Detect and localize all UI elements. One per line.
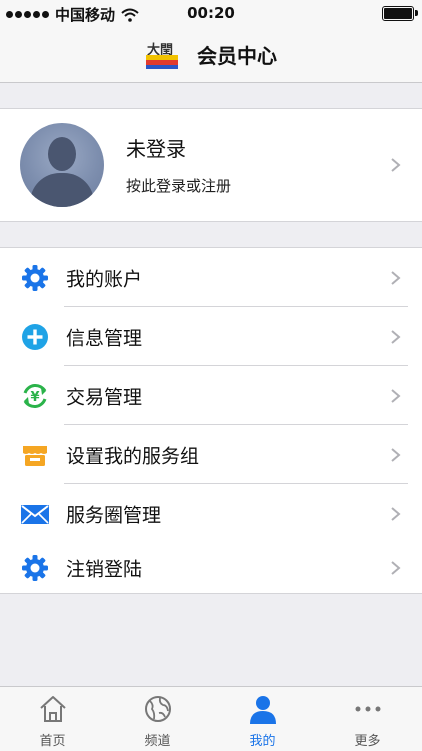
brand-logo: 大閏 <box>145 39 179 69</box>
gear-icon <box>20 263 50 293</box>
status-bar: 中国移动 00:20 <box>0 0 422 26</box>
chevron-right-icon <box>388 270 402 285</box>
tab-channel[interactable]: 频道 <box>105 687 210 751</box>
tab-label: 更多 <box>354 734 381 749</box>
tab-label: 首页 <box>39 734 66 749</box>
plus-circle-icon <box>20 322 50 352</box>
menu-item-service-circle[interactable]: 服务圈管理 <box>0 484 422 543</box>
menu-item-logout[interactable]: 注销登陆 <box>0 543 422 593</box>
menu-item-label: 我的账户 <box>66 268 143 290</box>
battery-icon <box>382 6 418 21</box>
person-icon <box>247 693 279 725</box>
menu-item-trade-management[interactable]: ¥ 交易管理 <box>0 366 422 425</box>
nav-bar: 大閏 会员中心 <box>0 26 422 83</box>
menu-item-label: 注销登陆 <box>66 558 143 581</box>
page-title: 会员中心 <box>197 43 277 68</box>
tab-label: 我的 <box>249 734 276 749</box>
menu-item-label: 设置我的服务组 <box>66 445 200 467</box>
more-icon <box>352 693 384 725</box>
avatar <box>20 123 104 207</box>
chevron-right-icon <box>388 447 402 462</box>
menu-item-service-group[interactable]: 设置我的服务组 <box>0 425 422 484</box>
svg-text:¥: ¥ <box>30 390 39 405</box>
tab-more[interactable]: 更多 <box>315 687 420 751</box>
chevron-right-icon <box>388 158 402 172</box>
profile-name: 未登录 <box>126 137 186 161</box>
menu-item-label: 交易管理 <box>66 386 143 408</box>
menu-item-info-management[interactable]: 信息管理 <box>0 307 422 366</box>
storefront-icon <box>20 440 50 470</box>
menu-item-label: 信息管理 <box>66 327 143 349</box>
chevron-right-icon <box>388 388 402 403</box>
menu-item-my-account[interactable]: 我的账户 <box>0 248 422 307</box>
tab-bar: 首页 频道 我的 更多 <box>0 686 422 751</box>
menu-item-label: 服务圈管理 <box>66 504 162 526</box>
globe-icon <box>142 693 174 725</box>
yen-exchange-icon: ¥ <box>20 381 50 411</box>
home-icon <box>37 693 69 725</box>
login-entry[interactable]: 未登录 按此登录或注册 <box>0 108 422 222</box>
tab-label: 频道 <box>144 734 171 749</box>
chevron-right-icon <box>388 329 402 344</box>
gear-icon <box>20 553 50 583</box>
tab-mine[interactable]: 我的 <box>210 687 315 751</box>
status-time: 00:20 <box>187 4 235 22</box>
chevron-right-icon <box>388 506 402 521</box>
menu-list: 我的账户 信息管理 ¥ 交易管理 设置我的服务组 服务圈管理 注销登陆 <box>0 247 422 594</box>
profile-subtitle: 按此登录或注册 <box>126 177 232 195</box>
chevron-right-icon <box>388 561 402 575</box>
tab-home[interactable]: 首页 <box>0 687 105 751</box>
envelope-icon <box>20 499 50 529</box>
